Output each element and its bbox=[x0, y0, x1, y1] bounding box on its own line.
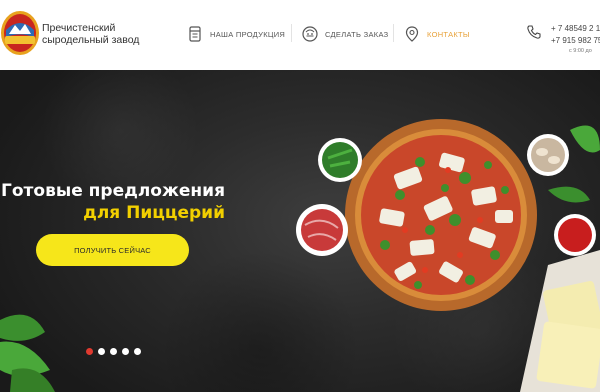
hero-food-illustration bbox=[0, 119, 600, 392]
phone-number-2[interactable]: +7 915 982 75 bbox=[551, 36, 600, 45]
brand-name[interactable]: Пречистенский сыродельный завод bbox=[42, 22, 162, 46]
location-pin-icon bbox=[405, 26, 419, 42]
nav-item-contacts[interactable]: Контакты bbox=[403, 24, 470, 44]
brand-name-line2: сыродельный завод bbox=[42, 34, 140, 46]
phone-icon bbox=[527, 25, 541, 39]
working-hours: с 9:00 до bbox=[569, 48, 592, 54]
slider-dot-3[interactable] bbox=[110, 348, 117, 355]
phone-number-1[interactable]: + 7 48549 2 15 bbox=[551, 24, 600, 33]
cheese-board-image bbox=[520, 250, 600, 392]
pizza-image bbox=[345, 119, 537, 311]
products-icon bbox=[189, 26, 201, 42]
nav-item-products[interactable]: Наша продукция bbox=[186, 24, 285, 44]
nav-divider bbox=[291, 24, 292, 42]
slider-dot-2[interactable] bbox=[98, 348, 105, 355]
tomato-sauce-bowl-image bbox=[554, 214, 596, 256]
brand-name-line1: Пречистенский bbox=[42, 22, 116, 34]
slider-dot-5[interactable] bbox=[134, 348, 141, 355]
order-icon bbox=[302, 26, 318, 42]
hero-slider: Готовые предложения для Пиццерий Получит… bbox=[0, 70, 600, 392]
brand-logo[interactable] bbox=[0, 10, 40, 56]
hero-title-line1: Готовые предложения bbox=[1, 181, 225, 201]
slider-dot-1[interactable] bbox=[86, 348, 93, 355]
nav-divider bbox=[393, 24, 394, 42]
nav-label-contacts: Контакты bbox=[427, 29, 470, 39]
ham-bowl-image bbox=[296, 204, 348, 256]
nav-item-order[interactable]: Сделать заказ bbox=[301, 24, 389, 44]
logo-emblem-icon bbox=[1, 11, 39, 55]
greens-bowl-image bbox=[318, 138, 362, 182]
get-now-button[interactable]: Получить сейчас bbox=[36, 234, 189, 266]
hero-title-line2: для Пиццерий bbox=[83, 203, 225, 223]
basil-leaves-image bbox=[0, 314, 55, 392]
nav-label-order: Сделать заказ bbox=[325, 29, 389, 39]
nav-label-products: Наша продукция bbox=[210, 29, 286, 39]
slider-pagination bbox=[86, 348, 141, 356]
mushrooms-bowl-image bbox=[527, 134, 569, 176]
site-header: Пречистенский сыродельный завод Наша про… bbox=[0, 0, 600, 70]
slider-dot-4[interactable] bbox=[122, 348, 129, 355]
